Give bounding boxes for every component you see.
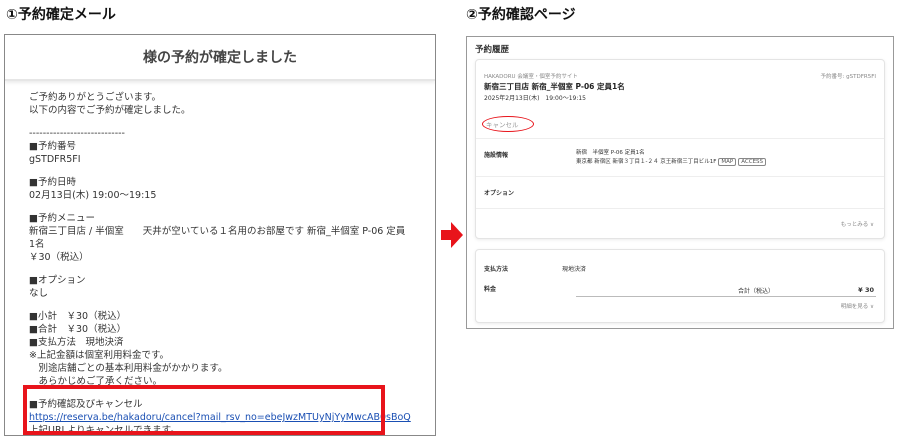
- reservation-datetime-label: ■予約日時: [29, 177, 76, 188]
- note-line-2: 別途店舗ごとの基本利用料金がかかります。: [29, 363, 228, 374]
- menu-price: ￥30（税込）: [29, 252, 89, 263]
- email-body: ご予約ありがとうございます。 以下の内容でご予約が確定しました。 -------…: [5, 81, 435, 435]
- fee-label: 料金: [484, 286, 497, 293]
- separator: ----------------------------: [29, 128, 125, 139]
- confirmation-email: 様の予約が確定しました ご予約ありがとうございます。 以下の内容でご予約が確定し…: [4, 34, 436, 436]
- site-name: HAKADORU 会議室・個室予約サイト: [484, 74, 578, 80]
- total: ■合計 ￥30（税込）: [29, 324, 127, 335]
- facility-address: 東京都 新宿区 新宿３丁目１-２４ 京王新宿三丁目ビル1F: [576, 159, 717, 165]
- reservation-number: 予約番号: gSTDFR5FI: [820, 74, 876, 80]
- detail-link[interactable]: 明細を見る ∨: [841, 302, 874, 310]
- reservation-number-value: gSTDFR5FI: [29, 154, 81, 165]
- highlight-box: [23, 385, 385, 435]
- subtotal: ■小計 ￥30（税込）: [29, 311, 127, 322]
- fee-divider: [576, 296, 876, 297]
- option-label: オプション: [484, 190, 515, 197]
- access-button[interactable]: ACCESS: [738, 158, 767, 166]
- note-line-1: ※上記金額は個室利用料金です。: [29, 350, 170, 361]
- total-value: ¥ 30: [858, 286, 874, 294]
- facility-name: 新宿 半個室 P-06 定員1名: [576, 150, 645, 156]
- payment-method: ■支払方法 現地決済: [29, 337, 124, 348]
- payment-label: 支払方法: [484, 266, 509, 273]
- facility-address-row: 東京都 新宿区 新宿３丁目１-２４ 京王新宿三丁目ビル1F MAP ACCESS: [576, 157, 767, 166]
- more-link[interactable]: もっとみる ∨: [841, 220, 874, 228]
- page-title: 予約履歴: [475, 45, 510, 55]
- total-label: 合計（税込）: [738, 288, 775, 295]
- email-section-heading: ①予約確定メール: [6, 7, 116, 23]
- reservation-datetime: 2025年2月13日(木) 19:00〜19:15: [484, 95, 586, 102]
- page-section-heading: ②予約確認ページ: [466, 7, 576, 23]
- facility-label: 施設情報: [484, 152, 509, 159]
- payment-value: 現地決済: [562, 266, 587, 273]
- room-title: 新宿三丁目店 新宿_半個室 P-06 定員1名: [484, 82, 625, 91]
- right-arrow-icon: [441, 222, 463, 248]
- menu-label: ■予約メニュー: [29, 213, 95, 224]
- reservation-card: HAKADORU 会議室・個室予約サイト 予約番号: gSTDFR5FI 新宿三…: [475, 59, 885, 239]
- option-label: ■オプション: [29, 275, 86, 286]
- menu-value: 新宿三丁目店 / 半個室 天井が空いている１名用のお部屋です 新宿_半個室 P-…: [29, 226, 406, 250]
- confirm-line: 以下の内容でご予約が確定しました。: [29, 105, 191, 116]
- reservation-number-label: ■予約番号: [29, 141, 76, 152]
- reservation-page: 予約履歴 HAKADORU 会議室・個室予約サイト 予約番号: gSTDFR5F…: [466, 36, 894, 329]
- option-value: なし: [29, 288, 49, 299]
- cancel-highlight-ring: [482, 116, 534, 132]
- map-button[interactable]: MAP: [718, 158, 737, 166]
- reservation-datetime-value: 02月13日(木) 19:00～19:15: [29, 190, 157, 201]
- payment-card: 支払方法 現地決済 料金 合計（税込） ¥ 30 明細を見る ∨: [475, 249, 885, 323]
- email-header: 様の予約が確定しました: [5, 35, 435, 81]
- greeting: ご予約ありがとうございます。: [29, 92, 162, 103]
